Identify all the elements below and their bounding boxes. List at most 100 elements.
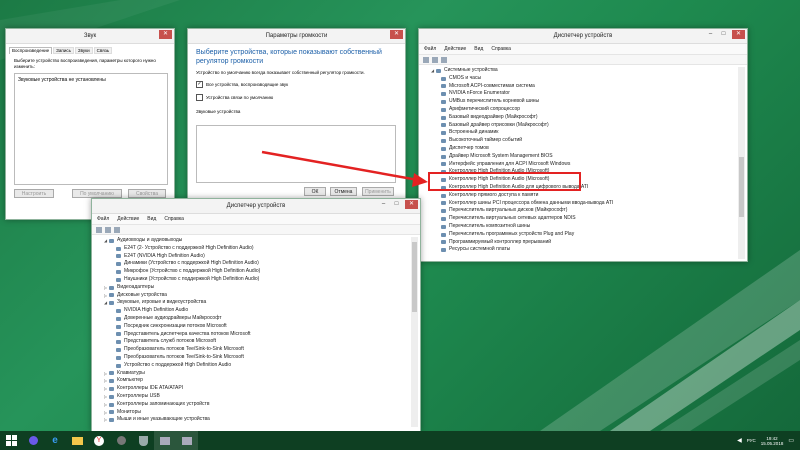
tree-row[interactable]: ▷ Контроллеры USB	[104, 393, 409, 401]
yandex-icon[interactable]: Y	[88, 431, 110, 450]
device-manager-taskbar-icon[interactable]	[154, 431, 176, 450]
tab-communications[interactable]: Связь	[93, 47, 113, 54]
forward-icon[interactable]	[432, 56, 438, 63]
menu-action[interactable]: Действие	[444, 46, 466, 52]
tree-row[interactable]: ▷ Компьютер	[104, 377, 409, 385]
apply-button[interactable]: Применить	[362, 187, 394, 196]
scrollbar-thumb[interactable]	[412, 242, 417, 312]
tree-row[interactable]: ▷ Видеоадаптеры	[104, 284, 409, 292]
tree-row[interactable]: Интерфейс управления для ACPI Microsoft …	[431, 161, 736, 169]
maximize-icon[interactable]: □	[719, 30, 728, 39]
close-icon[interactable]: ✕	[732, 30, 745, 39]
device-manager-taskbar-icon-2[interactable]	[176, 431, 198, 450]
tree-row[interactable]: Драйвер Microsoft System Management BIOS	[431, 153, 736, 161]
tree-row[interactable]: Представитель диспетчера качества потоко…	[104, 331, 409, 339]
devmgr-bottom-titlebar[interactable]: Диспетчер устройств – □ ✕	[92, 199, 420, 214]
devmgr-right-scrollbar[interactable]	[738, 67, 745, 259]
tree-row[interactable]: ▷ Контроллеры запоминающих устройств	[104, 401, 409, 409]
menu-view[interactable]: Вид	[147, 216, 156, 222]
ok-button[interactable]: ОК	[304, 187, 326, 196]
minimize-icon[interactable]: –	[379, 200, 388, 209]
minimize-icon[interactable]: –	[706, 30, 715, 39]
check-all-devices[interactable]: ✓ Все устройства, воспроизводящие звук	[196, 81, 397, 88]
device-icon	[441, 84, 446, 89]
tree-row[interactable]: Перечислитель программных устройств Plug…	[431, 231, 736, 239]
edge-icon[interactable]: e	[44, 431, 66, 450]
cancel-button[interactable]: Отмена	[330, 187, 357, 196]
tree-row[interactable]: Посредник синхронизации потоков Microsof…	[104, 323, 409, 331]
devmgr-bottom-scrollbar[interactable]	[411, 237, 418, 427]
close-icon[interactable]: ✕	[390, 30, 403, 39]
close-icon[interactable]: ✕	[405, 200, 418, 209]
tree-row[interactable]: ◢ Аудиовходы и аудиовыходы	[104, 237, 409, 245]
maximize-icon[interactable]: □	[392, 200, 401, 209]
speaker-icon[interactable]: ◀	[737, 437, 742, 444]
tree-row[interactable]: NVIDIA High Definition Audio	[104, 307, 409, 315]
sound-window-titlebar[interactable]: Звук ✕	[6, 29, 174, 44]
tree-row[interactable]: Наушники (Устройство с поддержкой High D…	[104, 276, 409, 284]
tree-row[interactable]: Ресурсы системной платы	[431, 246, 736, 254]
device-icon	[441, 154, 446, 159]
set-default-button[interactable]: По умолчанию	[72, 189, 122, 198]
tree-row[interactable]: Микрофон (Устройство с поддержкой High D…	[104, 268, 409, 276]
scrollbar-thumb[interactable]	[739, 157, 744, 217]
tree-row[interactable]: ▷ Контроллеры IDE ATA/ATAPI	[104, 385, 409, 393]
checkbox-icon[interactable]	[196, 94, 203, 101]
tree-row[interactable]: Высокоточный таймер событий	[431, 137, 736, 145]
back-icon[interactable]	[423, 56, 429, 63]
tree-row[interactable]: ◢ Звуковые, игровые и видеоустройства	[104, 299, 409, 307]
notifications-icon[interactable]: ▭	[788, 437, 794, 444]
tree-row[interactable]: Контроллер прямого доступа к памяти	[431, 192, 736, 200]
tree-row[interactable]: UMBus перечислитель корневой шины	[431, 98, 736, 106]
volume-window-titlebar[interactable]: Параметры громкости ✕	[188, 29, 405, 44]
properties-button[interactable]: Свойства	[128, 189, 166, 198]
tree-row[interactable]: Базовый видеодрайвер (Майкрософт)	[431, 114, 736, 122]
clock[interactable]: 19:42 15.05.2018	[761, 436, 784, 446]
language-indicator[interactable]: РУС	[747, 438, 756, 443]
tree-row[interactable]: Перечислитель виртуальных сетевых адапте…	[431, 215, 736, 223]
properties-icon[interactable]	[114, 226, 120, 233]
tab-playback[interactable]: Воспроизведение	[9, 47, 53, 54]
start-button[interactable]	[0, 431, 22, 450]
tree-row[interactable]: ◢ Системные устройства	[431, 67, 736, 75]
sound-device-list[interactable]: Звуковые устройства не установлены	[14, 73, 168, 185]
tree-row[interactable]: Преобразователь потоков Tee/Sink-to-Sink…	[104, 346, 409, 354]
properties-icon[interactable]	[441, 56, 447, 63]
tree-row[interactable]: Арифметический сопроцессор	[431, 106, 736, 114]
close-icon[interactable]: ✕	[159, 30, 172, 39]
devmgr-right-tree[interactable]: ◢ Системные устройства CMOS и часы Microsof…	[431, 67, 736, 259]
file-explorer-icon[interactable]	[66, 431, 88, 450]
volume-device-list[interactable]	[196, 125, 396, 183]
forward-icon[interactable]	[105, 226, 111, 233]
app-icon[interactable]	[110, 431, 132, 450]
tree-row[interactable]: CMOS и часы	[431, 75, 736, 83]
tree-row[interactable]: Устройство с поддержкой High Definition …	[104, 362, 409, 370]
tree-row[interactable]: Преобразователь потоков Tee/Sink-to-Sink…	[104, 354, 409, 362]
devmgr-right-titlebar[interactable]: Диспетчер устройств – □ ✕	[419, 29, 747, 44]
back-icon[interactable]	[96, 226, 102, 233]
tree-row[interactable]: ▷ Клавиатуры	[104, 370, 409, 378]
menu-help[interactable]: Справка	[164, 216, 184, 222]
devmgr-bottom-tree[interactable]: ◢ Аудиовходы и аудиовыходы E24T (2- Устрой…	[104, 237, 409, 427]
check-comm-devices[interactable]: Устройства связи по умолчанию	[196, 94, 397, 101]
tree-row[interactable]: E24T (2- Устройство с поддержкой High De…	[104, 245, 409, 253]
tree-row[interactable]: Диспетчер томов	[431, 145, 736, 153]
tab-sounds[interactable]: Звуки	[74, 47, 93, 54]
menu-action[interactable]: Действие	[117, 216, 139, 222]
tree-row[interactable]: Представитель служб потоков Microsoft	[104, 338, 409, 346]
tab-recording[interactable]: Запись	[53, 47, 74, 54]
menu-file[interactable]: Файл	[97, 216, 109, 222]
checkbox-checked-icon[interactable]: ✓	[196, 81, 203, 88]
tree-row[interactable]: Перечислитель композитной шины	[431, 223, 736, 231]
tree-row[interactable]: ▷ Мыши и иные указывающие устройства	[104, 416, 409, 424]
tree-row[interactable]: Встроенный динамик	[431, 129, 736, 137]
tree-row[interactable]: Перечислитель виртуальных дисков (Майкро…	[431, 207, 736, 215]
tree-row[interactable]: Доверенные аудиодрайверы Майкрософт	[104, 315, 409, 323]
menu-help[interactable]: Справка	[491, 46, 511, 52]
shield-icon[interactable]	[132, 431, 154, 450]
menu-view[interactable]: Вид	[474, 46, 483, 52]
tree-row[interactable]: Microsoft ACPI-совместимая система	[431, 83, 736, 91]
cortana-icon[interactable]	[22, 431, 44, 450]
menu-file[interactable]: Файл	[424, 46, 436, 52]
configure-button[interactable]: Настроить	[14, 189, 54, 198]
